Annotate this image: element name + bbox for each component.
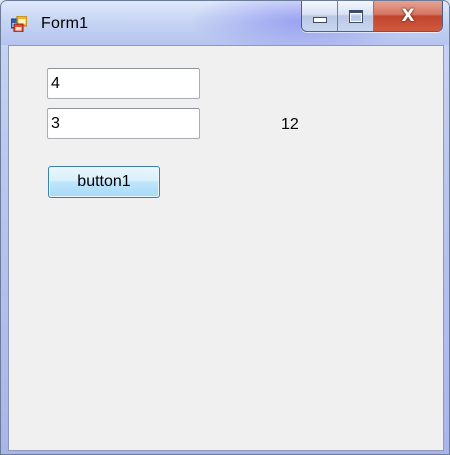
textbox-1[interactable] <box>47 68 200 99</box>
app-icon[interactable] <box>10 15 28 33</box>
window-title: Form1 <box>41 15 89 32</box>
minimize-button[interactable] <box>302 1 338 31</box>
maximize-button[interactable] <box>338 1 374 31</box>
app-window: Form1 X 12 button1 <box>0 0 450 455</box>
title-bar[interactable]: Form1 X <box>1 1 449 45</box>
textbox-2[interactable] <box>47 108 200 139</box>
caption-buttons: X <box>301 1 443 32</box>
maximize-icon <box>348 9 363 23</box>
minimize-icon <box>312 17 327 23</box>
form-client-area: 12 button1 <box>8 45 444 451</box>
close-icon: X <box>401 5 415 26</box>
button1[interactable]: button1 <box>48 166 160 198</box>
result-label: 12 <box>281 116 299 133</box>
close-button[interactable]: X <box>374 1 442 31</box>
